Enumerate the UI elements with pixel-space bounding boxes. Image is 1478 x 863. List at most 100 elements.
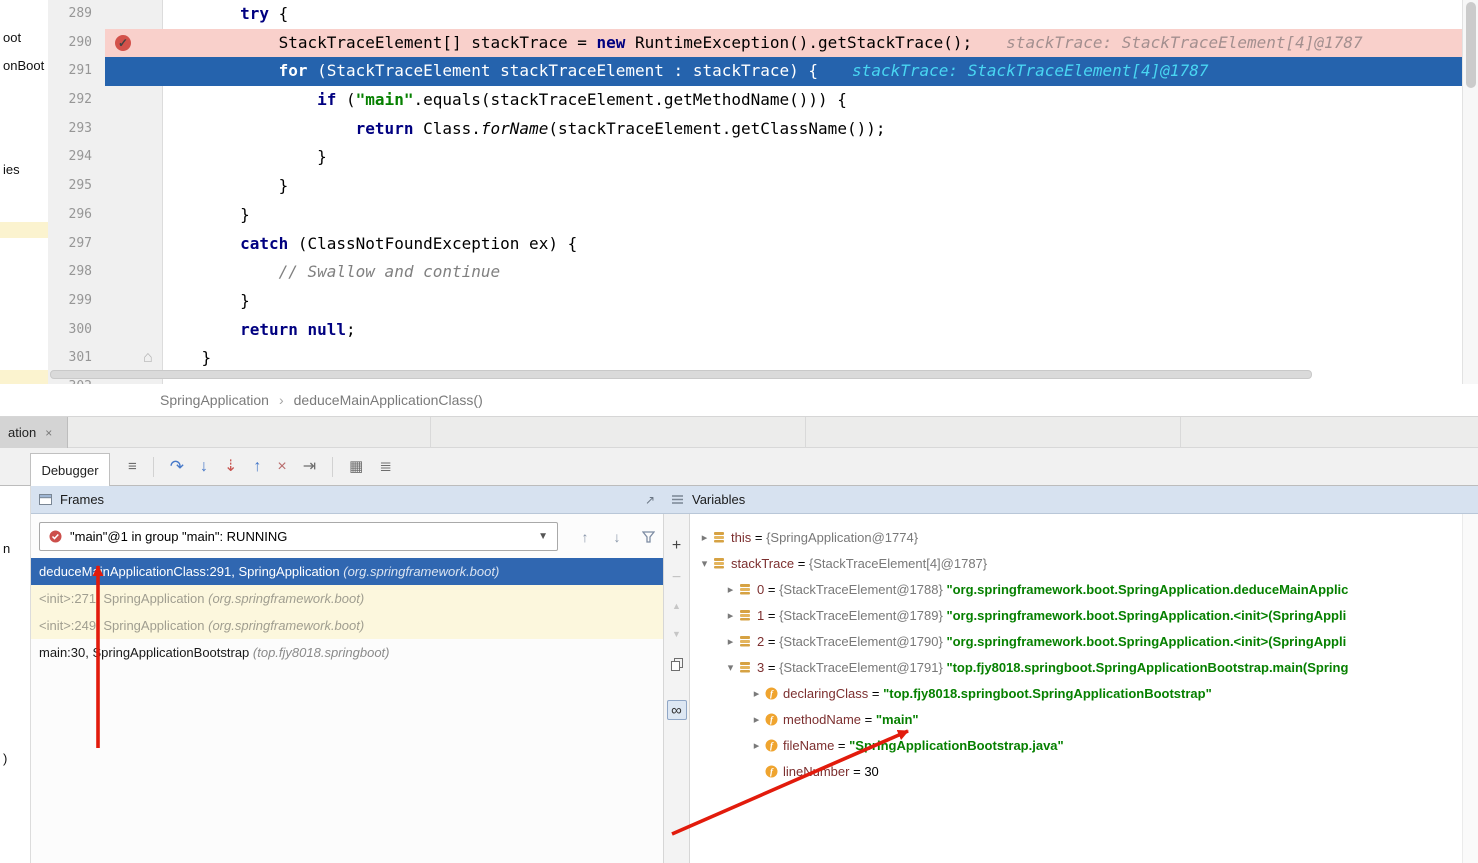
code-text[interactable]: } xyxy=(163,172,1462,201)
code-text[interactable]: return null; xyxy=(163,316,1462,345)
code-token: Class. xyxy=(413,119,480,138)
code-text[interactable]: } xyxy=(163,143,1462,172)
step-over-icon[interactable]: ↷ xyxy=(170,458,184,475)
view-breakpoints-icon[interactable]: ▦ xyxy=(349,459,363,474)
filter-frames-button[interactable] xyxy=(637,522,659,551)
variables-scrollbar[interactable] xyxy=(1462,514,1478,863)
line-number[interactable]: 294 xyxy=(48,143,105,172)
frame-package: (org.springframework.boot) xyxy=(208,618,364,633)
variable-row-3[interactable]: ▾3 = {StackTraceElement@1791} "top.fjy80… xyxy=(690,654,1462,680)
frame-row-1[interactable]: <init>:271, SpringApplication (org.sprin… xyxy=(31,585,664,612)
code-text[interactable]: } xyxy=(163,344,1462,373)
thread-selector[interactable]: "main"@1 in group "main": RUNNING ▼ xyxy=(39,522,558,551)
line-number[interactable]: 299 xyxy=(48,287,105,316)
chevron-collapsed-icon[interactable]: ▸ xyxy=(722,635,739,648)
code-token: ( xyxy=(336,90,355,109)
code-text[interactable]: catch (ClassNotFoundException ex) { xyxy=(163,230,1462,259)
line-number[interactable]: 295 xyxy=(48,172,105,201)
chevron-expanded-icon[interactable]: ▾ xyxy=(696,557,713,570)
float-window-icon[interactable]: ↗ xyxy=(645,493,655,507)
code-token: new xyxy=(596,33,625,52)
gutter-icon-cell[interactable] xyxy=(105,201,163,230)
previous-frame-button[interactable]: ↑ xyxy=(574,522,596,551)
variable-row-declaringClass[interactable]: ▸fdeclaringClass = "top.fjy8018.springbo… xyxy=(690,680,1462,706)
line-number[interactable]: 300 xyxy=(48,316,105,345)
variable-row-fileName[interactable]: ▸ffileName = "SpringApplicationBootstrap… xyxy=(690,732,1462,758)
chevron-collapsed-icon[interactable]: ▸ xyxy=(722,583,739,596)
gutter-icon-cell[interactable] xyxy=(105,230,163,259)
code-text[interactable]: StackTraceElement[] stackTrace = new Run… xyxy=(163,29,1462,58)
line-number[interactable]: 293 xyxy=(48,115,105,144)
thread-selector-value: "main"@1 in group "main": RUNNING xyxy=(70,529,287,544)
gutter-icon-cell[interactable] xyxy=(105,115,163,144)
gutter-icon-cell[interactable] xyxy=(105,172,163,201)
partial-editor-tab[interactable]: ation × xyxy=(0,417,68,448)
variable-row-this[interactable]: ▸this = {SpringApplication@1774} xyxy=(690,524,1462,550)
breadcrumb-method[interactable]: deduceMainApplicationClass() xyxy=(294,392,483,408)
tab-debugger[interactable]: Debugger xyxy=(30,453,110,486)
chevron-down-icon[interactable]: ▼ xyxy=(538,531,548,542)
frame-row-2[interactable]: <init>:249, SpringApplication (org.sprin… xyxy=(31,612,664,639)
force-step-into-icon[interactable]: ⇣ xyxy=(224,459,237,475)
variable-row-stackTrace[interactable]: ▾stackTrace = {StackTraceElement[4]@1787… xyxy=(690,550,1462,576)
variable-row-2[interactable]: ▸2 = {StackTraceElement@1790} "org.sprin… xyxy=(690,628,1462,654)
chevron-collapsed-icon[interactable]: ▸ xyxy=(722,609,739,622)
code-line-294: 294 } xyxy=(48,143,1462,172)
line-number[interactable]: 296 xyxy=(48,201,105,230)
step-into-icon[interactable]: ↓ xyxy=(200,459,208,475)
toolbar-separator xyxy=(153,457,154,477)
code-text[interactable]: if ("main".equals(stackTraceElement.getM… xyxy=(163,86,1462,115)
variable-value: "top.fjy8018.springboot.SpringApplicatio… xyxy=(946,660,1348,675)
gutter-icon-cell[interactable] xyxy=(105,29,163,58)
threads-view-icon[interactable]: ≡ xyxy=(128,459,137,474)
chevron-collapsed-icon[interactable]: ▸ xyxy=(748,687,765,700)
line-number[interactable]: 297 xyxy=(48,230,105,259)
vertical-scrollbar[interactable] xyxy=(1462,0,1478,384)
breadcrumb-class[interactable]: SpringApplication xyxy=(160,392,269,408)
step-out-icon[interactable]: ↑ xyxy=(253,459,261,475)
scrollbar-thumb[interactable] xyxy=(1466,2,1476,88)
code-editor[interactable]: 289 try { 290 StackTraceElement[] stackTr… xyxy=(0,0,1478,384)
breakpoint-icon[interactable] xyxy=(115,35,131,51)
line-number[interactable]: 290 xyxy=(48,29,105,58)
code-text[interactable]: for (StackTraceElement stackTraceElement… xyxy=(163,57,1462,86)
gutter-icon-cell[interactable] xyxy=(105,86,163,115)
gutter-icon-cell[interactable] xyxy=(105,258,163,287)
run-to-cursor-icon[interactable]: ⇥ xyxy=(303,459,316,475)
chevron-expanded-icon[interactable]: ▾ xyxy=(722,661,739,674)
next-frame-button[interactable]: ↓ xyxy=(606,522,628,551)
line-number[interactable]: 301 xyxy=(48,344,105,373)
layout-settings-icon[interactable]: ≣ xyxy=(379,459,392,474)
variable-row-methodName[interactable]: ▸fmethodName = "main" xyxy=(690,706,1462,732)
frame-row-3[interactable]: main:30, SpringApplicationBootstrap (top… xyxy=(31,639,664,666)
variable-row-1[interactable]: ▸1 = {StackTraceElement@1789} "org.sprin… xyxy=(690,602,1462,628)
drop-frame-icon[interactable]: × xyxy=(277,459,286,475)
chevron-collapsed-icon[interactable]: ▸ xyxy=(748,739,765,752)
close-icon[interactable]: × xyxy=(45,426,52,440)
gutter-icon-cell[interactable] xyxy=(105,143,163,172)
frame-row-0[interactable]: deduceMainApplicationClass:291, SpringAp… xyxy=(31,558,664,585)
line-number[interactable]: 291 xyxy=(48,57,105,86)
code-text[interactable]: return Class.forName(stackTraceElement.g… xyxy=(163,115,1462,144)
line-number[interactable]: 289 xyxy=(48,0,105,29)
gutter-icon-cell[interactable]: ⌂ xyxy=(105,344,163,373)
chevron-collapsed-icon[interactable]: ▸ xyxy=(748,713,765,726)
variable-value: "org.springframework.boot.SpringApplicat… xyxy=(946,608,1346,623)
variable-value: "org.springframework.boot.SpringApplicat… xyxy=(946,634,1346,649)
horizontal-scrollbar[interactable] xyxy=(50,370,1312,379)
chevron-collapsed-icon[interactable]: ▸ xyxy=(696,531,713,544)
variable-row-0[interactable]: ▸0 = {StackTraceElement@1788} "org.sprin… xyxy=(690,576,1462,602)
gutter-icon-cell[interactable] xyxy=(105,57,163,86)
code-text[interactable]: } xyxy=(163,287,1462,316)
code-text[interactable]: } xyxy=(163,201,1462,230)
variable-row-lineNumber[interactable]: flineNumber = 30 xyxy=(690,758,1462,784)
variable-value: {SpringApplication@1774} xyxy=(766,530,918,545)
gutter-icon-cell[interactable] xyxy=(105,316,163,345)
gutter-icon-cell[interactable] xyxy=(105,287,163,316)
code-text[interactable]: // Swallow and continue xyxy=(163,258,1462,287)
line-number[interactable]: 298 xyxy=(48,258,105,287)
code-text[interactable]: try { xyxy=(163,0,1462,29)
variables-panel: Variables ▸this = {SpringApplication@177… xyxy=(663,486,1478,863)
gutter-icon-cell[interactable] xyxy=(105,0,163,29)
line-number[interactable]: 292 xyxy=(48,86,105,115)
